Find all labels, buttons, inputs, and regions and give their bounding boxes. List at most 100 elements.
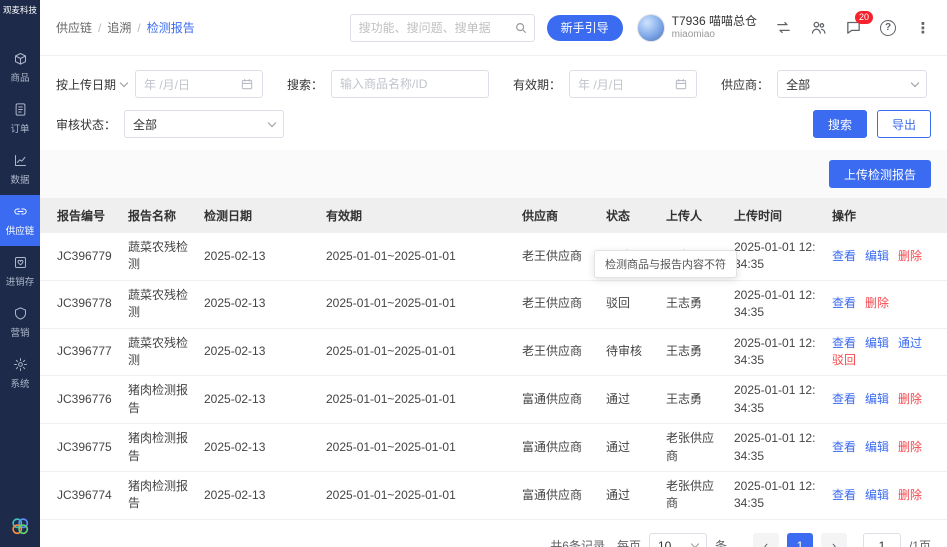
- sidebar-item-inventory[interactable]: 进销存: [0, 246, 40, 297]
- table-cell: 2025-01-01 12:34:35: [726, 376, 824, 424]
- avatar[interactable]: [637, 14, 665, 42]
- goods-search-input[interactable]: [331, 70, 489, 98]
- row-actions: 查看编辑删除: [824, 376, 947, 424]
- filter-row-1: 按上传日期 年 /月/日 搜索： 有效期： 年 /月/日: [56, 70, 931, 98]
- row-action-link[interactable]: 查看: [832, 296, 856, 310]
- topbar: 供应链/追溯/检测报告 新手引导 T7936 喵喵总仓 miaomiao: [40, 0, 947, 56]
- table-row: JC396775猪肉检测报告2025-02-132025-01-01~2025-…: [40, 424, 947, 472]
- audit-status-label: 审核状态：: [56, 116, 116, 133]
- table-cell: 老王供应商: [514, 328, 598, 376]
- column-header: 报告名称: [120, 198, 196, 233]
- sidebar-bottom-logo-icon[interactable]: [0, 515, 40, 537]
- help-icon[interactable]: ?: [878, 18, 898, 38]
- table-row: JC396779蔬菜农残检测2025-02-132025-01-01~2025-…: [40, 233, 947, 280]
- calendar-icon: [240, 77, 254, 91]
- new-user-guide-button[interactable]: 新手引导: [547, 15, 623, 41]
- row-action-link[interactable]: 通过: [898, 336, 922, 350]
- row-action-link[interactable]: 编辑: [865, 440, 889, 454]
- breadcrumb-item[interactable]: 供应链: [56, 19, 92, 36]
- more-menu-icon[interactable]: ⋮: [913, 18, 933, 38]
- row-action-link[interactable]: 删除: [898, 249, 922, 263]
- page-size-select[interactable]: 10: [649, 533, 707, 547]
- audit-status-select[interactable]: 全部: [124, 110, 284, 138]
- column-header: 状态: [598, 198, 658, 233]
- table-cell: 蔬菜农残检测: [120, 328, 196, 376]
- sidebar-item-supply[interactable]: 供应链: [0, 195, 40, 246]
- search-button[interactable]: 搜索: [813, 110, 867, 138]
- message-count-badge: 20: [855, 11, 873, 24]
- row-action-link[interactable]: 查看: [832, 488, 856, 502]
- table-cell: 2025-01-01~2025-01-01: [318, 233, 514, 280]
- page-size-unit: 条: [715, 537, 727, 547]
- user-name: T7936 喵喵总仓: [672, 14, 757, 29]
- messages-icon[interactable]: 20: [843, 18, 863, 38]
- validity-date-field[interactable]: 年 /月/日: [569, 70, 697, 98]
- sidebar-item-goods[interactable]: 商品: [0, 42, 40, 93]
- row-action-link[interactable]: 查看: [832, 392, 856, 406]
- column-header: 上传时间: [726, 198, 824, 233]
- validity-label: 有效期：: [513, 76, 561, 93]
- inventory-icon: [13, 255, 28, 270]
- supplier-label: 供应商：: [721, 76, 769, 93]
- row-actions: 查看编辑删除: [824, 233, 947, 280]
- row-action-link[interactable]: 编辑: [865, 249, 889, 263]
- sidebar-item-system[interactable]: 系统: [0, 348, 40, 399]
- row-action-link[interactable]: 编辑: [865, 392, 889, 406]
- report-table: 报告编号报告名称检测日期有效期供应商状态上传人上传时间操作 JC396779蔬菜…: [40, 198, 947, 520]
- sidebar-item-label: 数据: [11, 172, 30, 186]
- breadcrumb-item[interactable]: 追溯: [107, 19, 131, 36]
- table-cell: 富通供应商: [514, 471, 598, 519]
- row-action-link[interactable]: 查看: [832, 249, 856, 263]
- sidebar-item-data[interactable]: 数据: [0, 144, 40, 195]
- users-icon[interactable]: [808, 18, 828, 38]
- table-cell: 老张供应商: [658, 471, 726, 519]
- row-action-link[interactable]: 编辑: [865, 488, 889, 502]
- main-panel: 供应链/追溯/检测报告 新手引导 T7936 喵喵总仓 miaomiao: [40, 0, 947, 547]
- row-action-link[interactable]: 删除: [898, 440, 922, 454]
- page-jump-input[interactable]: [863, 533, 901, 547]
- table-cell: 2025-01-01~2025-01-01: [318, 328, 514, 376]
- row-action-link[interactable]: 删除: [898, 488, 922, 502]
- sidebar: 观麦科技 商品订单数据供应链进销存营销系统: [0, 0, 40, 547]
- switch-warehouse-icon[interactable]: [773, 18, 793, 38]
- table-cell: 王志勇: [658, 280, 726, 328]
- upload-date-field[interactable]: 年 /月/日: [135, 70, 263, 98]
- row-action-link[interactable]: 驳回: [832, 353, 856, 367]
- global-search-input[interactable]: [359, 21, 514, 35]
- sidebar-item-marketing[interactable]: 营销: [0, 297, 40, 348]
- row-action-link[interactable]: 删除: [898, 392, 922, 406]
- row-action-link[interactable]: 删除: [865, 296, 889, 310]
- date-type-dropdown[interactable]: 按上传日期: [56, 76, 127, 93]
- sidebar-menu: 商品订单数据供应链进销存营销系统: [0, 42, 40, 399]
- supplier-select[interactable]: 全部: [777, 70, 927, 98]
- row-action-link[interactable]: 查看: [832, 336, 856, 350]
- table-cell: 王志勇: [658, 376, 726, 424]
- table-cell: 老张供应商: [658, 424, 726, 472]
- row-action-link[interactable]: 编辑: [865, 336, 889, 350]
- topbar-icons: 20 ? ⋮: [773, 18, 933, 38]
- search-field-label: 搜索：: [287, 76, 323, 93]
- system-icon: [13, 357, 28, 372]
- table-cell: JC396775: [40, 424, 120, 472]
- export-button[interactable]: 导出: [877, 110, 931, 138]
- table-cell: 2025-02-13: [196, 233, 318, 280]
- column-header: 操作: [824, 198, 947, 233]
- table-cell: JC396779: [40, 233, 120, 280]
- row-actions: 查看删除: [824, 280, 947, 328]
- prev-page-button[interactable]: ‹: [753, 533, 779, 547]
- total-pages-label: /1页: [909, 537, 931, 547]
- table-cell: 2025-02-13: [196, 376, 318, 424]
- pagination: 共6条记录，每页 10 条 ‹ 1 › /1页: [40, 520, 947, 547]
- row-action-link[interactable]: 查看: [832, 440, 856, 454]
- table-cell: 2025-01-01 12:34:35: [726, 280, 824, 328]
- goods-icon: [13, 51, 28, 66]
- table-cell: 2025-01-01 12:34:35: [726, 471, 824, 519]
- next-page-button[interactable]: ›: [821, 533, 847, 547]
- upload-report-button[interactable]: 上传检测报告: [829, 160, 931, 188]
- data-icon: [13, 153, 28, 168]
- orders-icon: [13, 102, 28, 117]
- breadcrumb-separator: /: [137, 21, 140, 35]
- current-page-button[interactable]: 1: [787, 533, 813, 547]
- table-cell: 2025-01-01~2025-01-01: [318, 280, 514, 328]
- sidebar-item-orders[interactable]: 订单: [0, 93, 40, 144]
